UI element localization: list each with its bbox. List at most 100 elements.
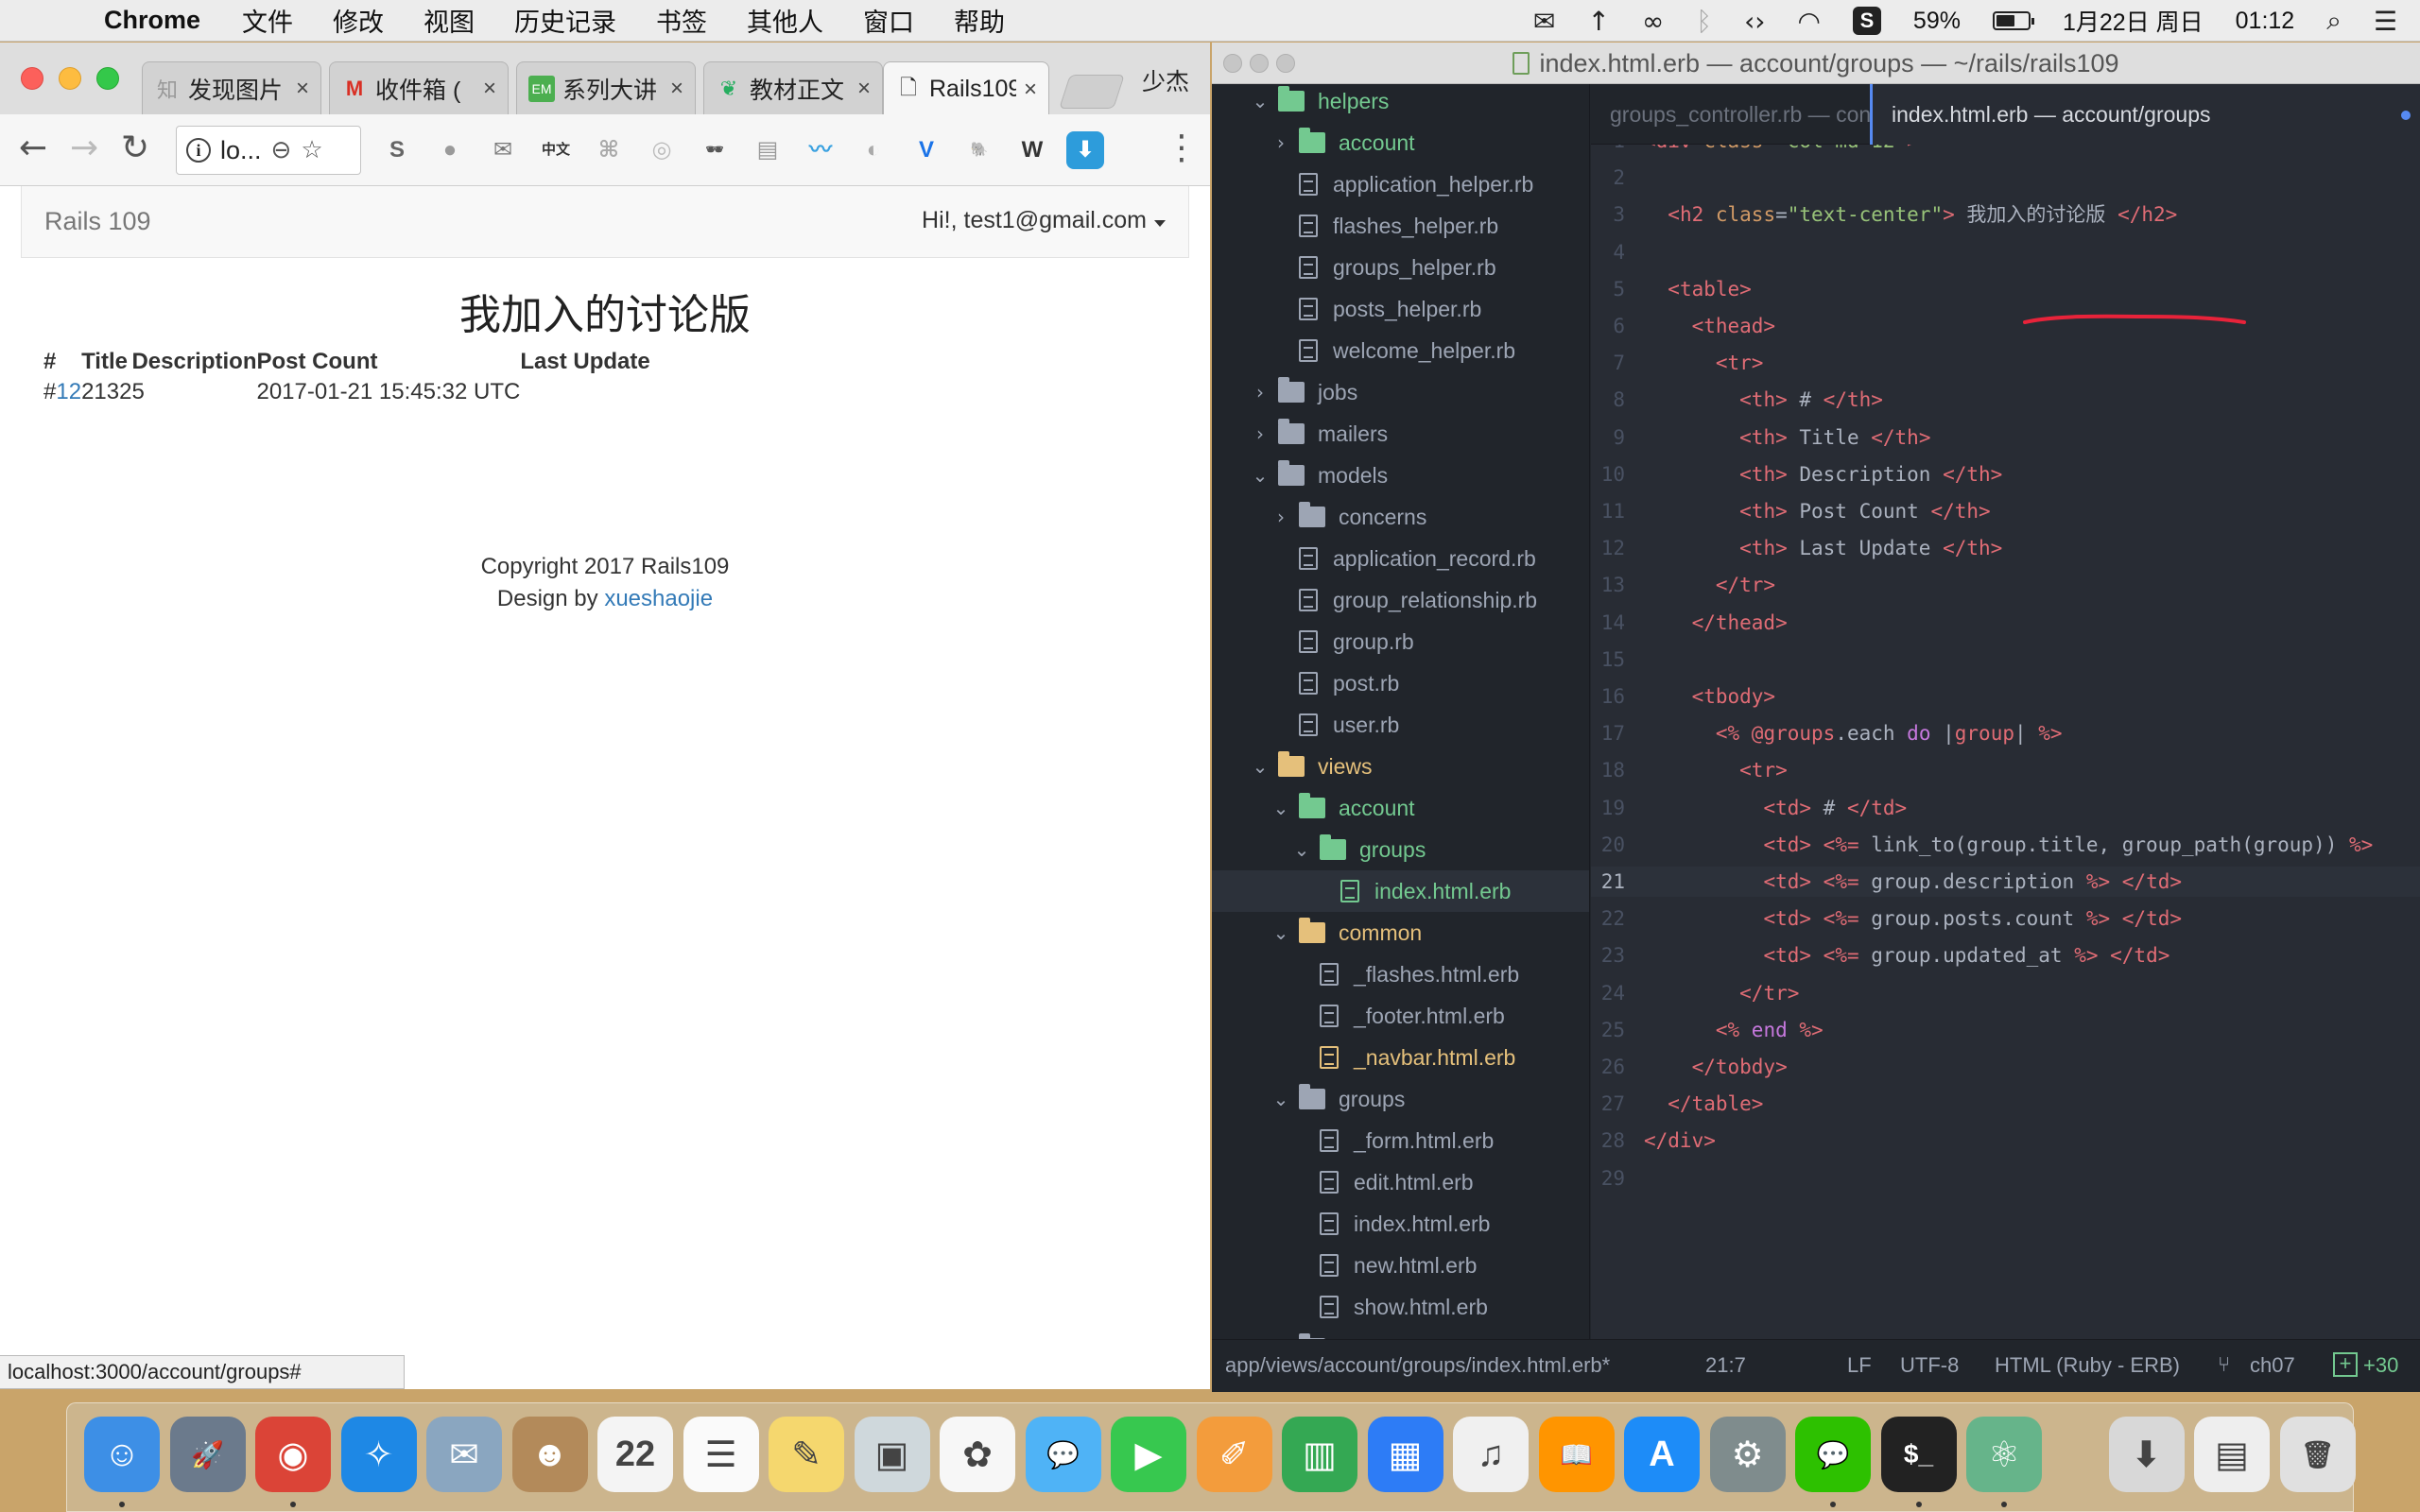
- tree-item-application-record-rb[interactable]: application_record.rb: [1212, 538, 1589, 579]
- browser-tab-gmail[interactable]: M 收件箱 ( ×: [329, 61, 509, 114]
- bookmark-star-icon[interactable]: ☆: [301, 136, 322, 164]
- code-line[interactable]: 2: [1591, 163, 2420, 193]
- code-line[interactable]: 18 <tr>: [1591, 755, 2420, 785]
- chevron-down-icon[interactable]: ⌄: [1250, 464, 1270, 487]
- code-line[interactable]: 1 <div class="col-md-12">: [1591, 145, 2420, 156]
- search-icon[interactable]: ⌕: [2326, 5, 2342, 37]
- s-extension-icon[interactable]: S: [378, 131, 416, 169]
- group-title-link[interactable]: 12: [56, 379, 81, 404]
- code-line[interactable]: 10 <th> Description </th>: [1591, 459, 2420, 490]
- tree-item-posts-helper-rb[interactable]: posts_helper.rb: [1212, 288, 1589, 330]
- tree-item-post-rb[interactable]: post.rb: [1212, 662, 1589, 704]
- chrome-icon[interactable]: ◉: [255, 1417, 331, 1492]
- code-line[interactable]: 16 <tbody>: [1591, 681, 2420, 712]
- upload-arrow-icon[interactable]: ↑: [1587, 6, 1609, 37]
- code-brackets-icon[interactable]: ‹›: [1744, 6, 1765, 37]
- status-git-branch[interactable]: ch07: [2250, 1353, 2295, 1378]
- chrome-menu-icon[interactable]: ⋮: [1165, 128, 1199, 167]
- status-file-path[interactable]: app/views/account/groups/index.html.erb*: [1225, 1353, 1610, 1378]
- code-line[interactable]: 17 <% @groups.each do |group| %>: [1591, 718, 2420, 748]
- tree-item--navbar-html-erb[interactable]: _navbar.html.erb: [1212, 1037, 1589, 1078]
- code-line[interactable]: 8 <th> # </th>: [1591, 385, 2420, 415]
- code-line[interactable]: 5 <table>: [1591, 274, 2420, 304]
- ibooks-icon[interactable]: 📖: [1538, 1417, 1615, 1492]
- status-line-ending[interactable]: LF: [1847, 1353, 1872, 1378]
- browser-tab-em[interactable]: EM 系列大讲 ×: [516, 61, 696, 114]
- translate-extension-icon[interactable]: 中文: [537, 131, 575, 169]
- menu-item-bookmarks[interactable]: 书签: [656, 2, 707, 39]
- wikipedia-extension-icon[interactable]: W: [1013, 131, 1051, 169]
- numbers-icon[interactable]: ▥: [1282, 1417, 1357, 1492]
- tree-item-show-html-erb[interactable]: show.html.erb: [1212, 1286, 1589, 1328]
- chevron-down-icon[interactable]: ⌄: [1250, 90, 1270, 112]
- app-store-icon[interactable]: A: [1624, 1417, 1700, 1492]
- tree-item-flashes-helper-rb[interactable]: flashes_helper.rb: [1212, 205, 1589, 247]
- preview-icon[interactable]: ▣: [854, 1417, 930, 1492]
- code-line[interactable]: 4: [1591, 237, 2420, 267]
- browser-tab-textbook[interactable]: ❦ 教材正文 ×: [703, 61, 883, 114]
- tree-item-application-helper-rb[interactable]: application_helper.rb: [1212, 163, 1589, 205]
- battery-icon[interactable]: [1992, 11, 2034, 30]
- list-icon[interactable]: ☰: [2374, 6, 2397, 37]
- download-extension-icon[interactable]: ⬇: [1066, 131, 1104, 169]
- menu-date[interactable]: 1月22日 周日: [2063, 4, 2204, 38]
- trash-icon[interactable]: 🗑: [2279, 1417, 2356, 1492]
- menu-item-view[interactable]: 视图: [424, 2, 475, 39]
- code-line[interactable]: 22 <td> <%= group.posts.count %> </td>: [1591, 903, 2420, 934]
- wechat-icon[interactable]: ✉: [1533, 6, 1555, 37]
- status-encoding[interactable]: UTF-8: [1900, 1353, 1959, 1378]
- back-arrow-icon[interactable]: ←: [19, 129, 47, 167]
- tree-item--flashes-html-erb[interactable]: _flashes.html.erb: [1212, 954, 1589, 995]
- tree-item-common[interactable]: ⌄ common: [1212, 912, 1589, 954]
- circle-extension-icon[interactable]: ●: [431, 131, 469, 169]
- mail-extension-icon[interactable]: ✉: [484, 131, 522, 169]
- caret-down-icon[interactable]: [1154, 220, 1166, 227]
- s-app-icon[interactable]: S: [1852, 7, 1881, 35]
- zoom-window-button[interactable]: [96, 67, 119, 90]
- downloads-stack-icon[interactable]: ⬇: [2108, 1417, 2185, 1492]
- code-line[interactable]: 13 </tr>: [1591, 570, 2420, 600]
- close-tab-icon[interactable]: ×: [296, 76, 309, 102]
- terminal-icon[interactable]: $_: [1880, 1417, 1957, 1492]
- code-line[interactable]: 27 </table>: [1591, 1089, 2420, 1119]
- chevron-down-icon[interactable]: ⌄: [1270, 1088, 1291, 1110]
- code-line[interactable]: 23 <td> <%= group.updated_at %> </td>: [1591, 940, 2420, 971]
- tree-item-mailers[interactable]: › mailers: [1212, 413, 1589, 455]
- reload-icon[interactable]: ↻: [121, 129, 149, 167]
- pages-icon[interactable]: ✐: [1196, 1417, 1272, 1492]
- minimize-window-button[interactable]: [1250, 54, 1269, 73]
- close-tab-icon[interactable]: ×: [1024, 77, 1037, 103]
- browser-tab-zhihu[interactable]: 知 发现图片 ×: [142, 61, 321, 114]
- code-line[interactable]: 7 <tr>: [1591, 348, 2420, 378]
- wechat-dock-icon[interactable]: 💬: [1795, 1417, 1871, 1492]
- system-preferences-icon[interactable]: ⚙: [1709, 1417, 1786, 1492]
- safari-icon[interactable]: ✧: [340, 1417, 417, 1492]
- launchpad-icon[interactable]: 🚀: [169, 1417, 246, 1492]
- editor-tab-index[interactable]: index.html.erb — account/groups: [1870, 84, 2420, 145]
- finder-icon[interactable]: ☺: [84, 1417, 160, 1492]
- browser-tab-rails109[interactable]: 🗋 Rails109 ×: [883, 61, 1049, 116]
- chevron-down-icon[interactable]: ⌄: [1270, 921, 1291, 944]
- tree-item-groups[interactable]: ⌄ groups: [1212, 829, 1589, 870]
- editor-tab-controller[interactable]: groups_controller.rb — controllers/accou…: [1591, 84, 1870, 145]
- tree-item-helpers[interactable]: ⌄ helpers: [1212, 84, 1589, 122]
- moon-extension-icon[interactable]: ◐: [855, 131, 892, 169]
- evernote-extension-icon[interactable]: 🐘: [960, 131, 998, 169]
- close-tab-icon[interactable]: ×: [670, 76, 683, 102]
- menu-item-window[interactable]: 窗口: [863, 2, 914, 39]
- code-line[interactable]: 24 </tr>: [1591, 978, 2420, 1008]
- code-line[interactable]: 12 <th> Last Update </th>: [1591, 533, 2420, 563]
- tree-item-user-rb[interactable]: user.rb: [1212, 704, 1589, 746]
- menu-time[interactable]: 01:12: [2236, 8, 2295, 35]
- code-line[interactable]: 19 <td> # </td>: [1591, 793, 2420, 823]
- close-window-button[interactable]: [1223, 54, 1242, 73]
- code-line[interactable]: 20 <td> <%= link_to(group.title, group_p…: [1591, 830, 2420, 860]
- facetime-icon[interactable]: ▶: [1111, 1417, 1186, 1492]
- wifi-icon[interactable]: ◠: [1797, 6, 1820, 37]
- chevron-right-icon[interactable]: ›: [1270, 131, 1291, 154]
- zoom-window-button[interactable]: [1276, 54, 1295, 73]
- layout-extension-icon[interactable]: ▤: [749, 131, 786, 169]
- keynote-icon[interactable]: ▦: [1367, 1417, 1443, 1492]
- tree-item-welcome-helper-rb[interactable]: welcome_helper.rb: [1212, 330, 1589, 371]
- tree-item-account[interactable]: › account: [1212, 122, 1589, 163]
